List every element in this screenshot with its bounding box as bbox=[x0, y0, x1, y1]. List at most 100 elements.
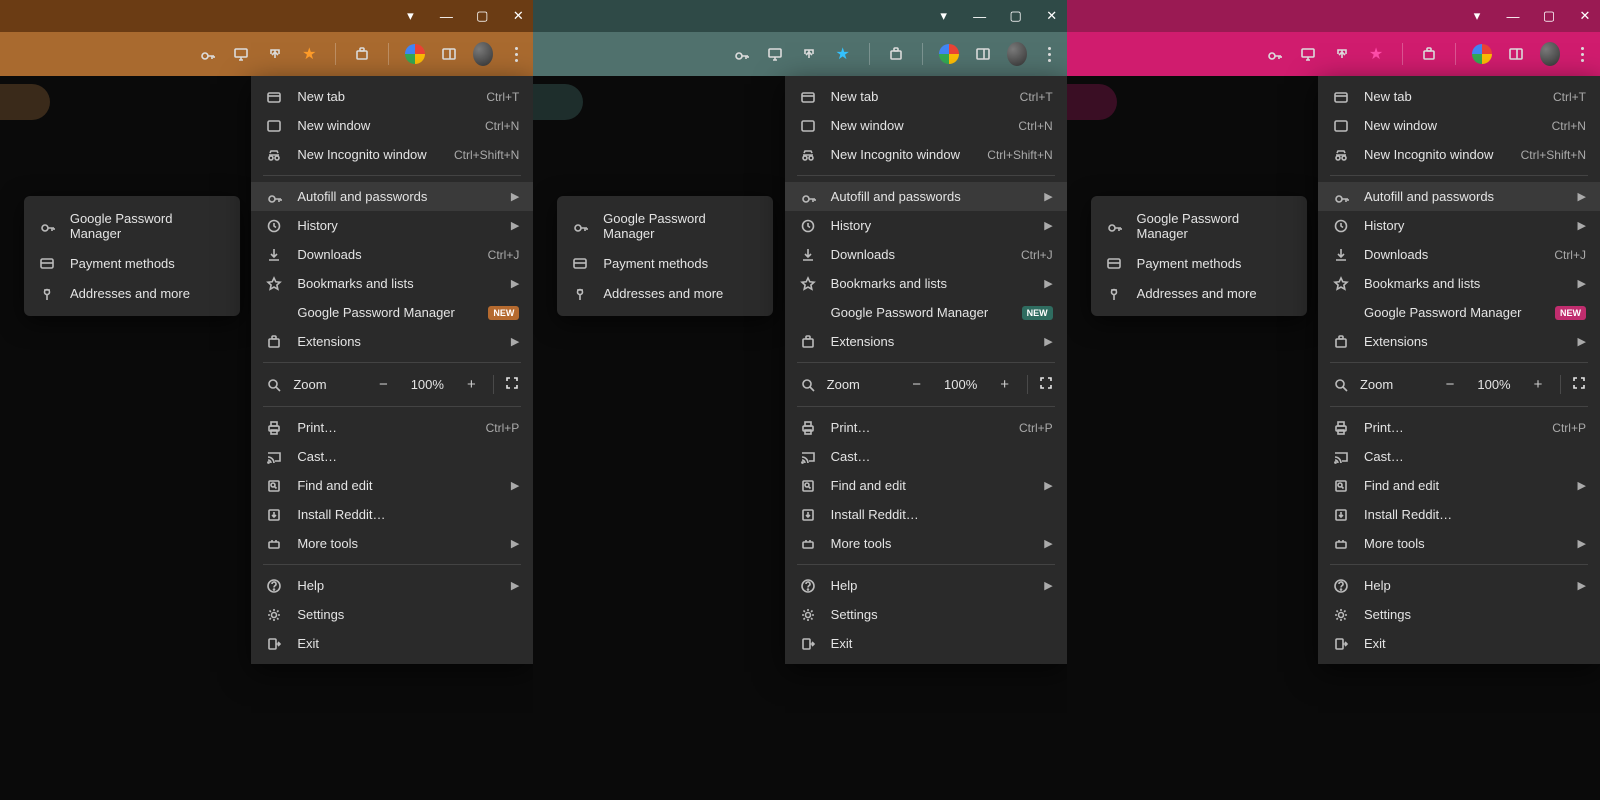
zoom-out-button[interactable]: − bbox=[371, 376, 395, 393]
ext-icon[interactable] bbox=[886, 44, 906, 64]
google-icon[interactable] bbox=[405, 44, 425, 64]
menu-item-13[interactable]: Print… Ctrl+P bbox=[785, 413, 1067, 442]
menu-item-6[interactable]: Downloads Ctrl+J bbox=[785, 240, 1067, 269]
menu-item-8[interactable]: Google Password Manager NEW bbox=[785, 298, 1067, 327]
menu-item-21[interactable]: Exit bbox=[785, 629, 1067, 658]
submenu-item-0[interactable]: Google Password Manager bbox=[24, 204, 240, 248]
menu-item-6[interactable]: Downloads Ctrl+J bbox=[1318, 240, 1600, 269]
menu-item-5[interactable]: History ▶ bbox=[1318, 211, 1600, 240]
key-icon[interactable] bbox=[1264, 44, 1284, 64]
panel-icon[interactable] bbox=[973, 44, 993, 64]
menu-item-5[interactable]: History ▶ bbox=[251, 211, 533, 240]
menu-item-8[interactable]: Google Password Manager NEW bbox=[251, 298, 533, 327]
submenu-item-0[interactable]: Google Password Manager bbox=[557, 204, 773, 248]
avatar-icon[interactable] bbox=[1007, 44, 1027, 64]
key-icon[interactable] bbox=[731, 44, 751, 64]
window-minimize-icon[interactable]: — bbox=[439, 9, 453, 23]
fullscreen-button[interactable] bbox=[493, 375, 519, 394]
menu-item-4[interactable]: Autofill and passwords ▶ bbox=[785, 182, 1067, 211]
screen-icon[interactable] bbox=[1298, 44, 1318, 64]
submenu-item-1[interactable]: Payment methods bbox=[557, 248, 773, 278]
menu-item-2[interactable]: New Incognito window Ctrl+Shift+N bbox=[1318, 140, 1600, 169]
menu-item-7[interactable]: Bookmarks and lists ▶ bbox=[1318, 269, 1600, 298]
ext-icon[interactable] bbox=[352, 44, 372, 64]
menu-item-9[interactable]: Extensions ▶ bbox=[251, 327, 533, 356]
google-icon[interactable] bbox=[939, 44, 959, 64]
menu-item-19[interactable]: Help ▶ bbox=[785, 571, 1067, 600]
menu-item-14[interactable]: Cast… bbox=[1318, 442, 1600, 471]
menu-item-0[interactable]: New tab Ctrl+T bbox=[785, 82, 1067, 111]
menu-item-5[interactable]: History ▶ bbox=[785, 211, 1067, 240]
menu-item-9[interactable]: Extensions ▶ bbox=[785, 327, 1067, 356]
key-icon[interactable] bbox=[197, 44, 217, 64]
menu-item-13[interactable]: Print… Ctrl+P bbox=[1318, 413, 1600, 442]
menu-item-14[interactable]: Cast… bbox=[785, 442, 1067, 471]
window-dropdown-icon[interactable]: ▾ bbox=[403, 9, 417, 23]
bookmark-star-icon[interactable]: ★ bbox=[833, 44, 853, 64]
menu-item-15[interactable]: Find and edit ▶ bbox=[1318, 471, 1600, 500]
window-minimize-icon[interactable]: — bbox=[973, 9, 987, 23]
menu-item-1[interactable]: New window Ctrl+N bbox=[251, 111, 533, 140]
window-minimize-icon[interactable]: — bbox=[1506, 9, 1520, 23]
fullscreen-button[interactable] bbox=[1560, 375, 1586, 394]
zoom-in-button[interactable]: + bbox=[993, 376, 1017, 393]
menu-item-20[interactable]: Settings bbox=[251, 600, 533, 629]
window-dropdown-icon[interactable]: ▾ bbox=[1470, 9, 1484, 23]
menu-item-20[interactable]: Settings bbox=[1318, 600, 1600, 629]
window-close-icon[interactable]: ✕ bbox=[511, 9, 525, 23]
screen-icon[interactable] bbox=[231, 44, 251, 64]
zoom-in-button[interactable]: + bbox=[459, 376, 483, 393]
menu-item-16[interactable]: Install Reddit… bbox=[785, 500, 1067, 529]
menu-item-1[interactable]: New window Ctrl+N bbox=[1318, 111, 1600, 140]
window-dropdown-icon[interactable]: ▾ bbox=[937, 9, 951, 23]
menu-item-17[interactable]: More tools ▶ bbox=[251, 529, 533, 558]
menu-button[interactable] bbox=[1574, 44, 1592, 64]
share-icon[interactable] bbox=[265, 44, 285, 64]
menu-item-0[interactable]: New tab Ctrl+T bbox=[251, 82, 533, 111]
window-close-icon[interactable]: ✕ bbox=[1578, 9, 1592, 23]
bookmark-star-icon[interactable]: ★ bbox=[1366, 44, 1386, 64]
submenu-item-2[interactable]: Addresses and more bbox=[557, 278, 773, 308]
share-icon[interactable] bbox=[799, 44, 819, 64]
panel-icon[interactable] bbox=[1506, 44, 1526, 64]
google-icon[interactable] bbox=[1472, 44, 1492, 64]
menu-item-15[interactable]: Find and edit ▶ bbox=[251, 471, 533, 500]
menu-item-21[interactable]: Exit bbox=[1318, 629, 1600, 658]
menu-item-17[interactable]: More tools ▶ bbox=[785, 529, 1067, 558]
window-maximize-icon[interactable]: ▢ bbox=[1542, 9, 1556, 23]
menu-item-20[interactable]: Settings bbox=[785, 600, 1067, 629]
menu-item-0[interactable]: New tab Ctrl+T bbox=[1318, 82, 1600, 111]
menu-item-4[interactable]: Autofill and passwords ▶ bbox=[251, 182, 533, 211]
menu-item-16[interactable]: Install Reddit… bbox=[251, 500, 533, 529]
submenu-item-2[interactable]: Addresses and more bbox=[24, 278, 240, 308]
window-maximize-icon[interactable]: ▢ bbox=[475, 9, 489, 23]
menu-item-15[interactable]: Find and edit ▶ bbox=[785, 471, 1067, 500]
menu-button[interactable] bbox=[1041, 44, 1059, 64]
submenu-item-0[interactable]: Google Password Manager bbox=[1091, 204, 1307, 248]
zoom-out-button[interactable]: − bbox=[1438, 376, 1462, 393]
menu-item-16[interactable]: Install Reddit… bbox=[1318, 500, 1600, 529]
menu-item-1[interactable]: New window Ctrl+N bbox=[785, 111, 1067, 140]
menu-item-21[interactable]: Exit bbox=[251, 629, 533, 658]
menu-item-14[interactable]: Cast… bbox=[251, 442, 533, 471]
avatar-icon[interactable] bbox=[1540, 44, 1560, 64]
zoom-out-button[interactable]: − bbox=[905, 376, 929, 393]
menu-item-7[interactable]: Bookmarks and lists ▶ bbox=[251, 269, 533, 298]
menu-item-2[interactable]: New Incognito window Ctrl+Shift+N bbox=[251, 140, 533, 169]
screen-icon[interactable] bbox=[765, 44, 785, 64]
menu-button[interactable] bbox=[507, 44, 525, 64]
menu-item-9[interactable]: Extensions ▶ bbox=[1318, 327, 1600, 356]
window-close-icon[interactable]: ✕ bbox=[1045, 9, 1059, 23]
menu-item-8[interactable]: Google Password Manager NEW bbox=[1318, 298, 1600, 327]
window-maximize-icon[interactable]: ▢ bbox=[1009, 9, 1023, 23]
menu-item-13[interactable]: Print… Ctrl+P bbox=[251, 413, 533, 442]
avatar-icon[interactable] bbox=[473, 44, 493, 64]
bookmark-star-icon[interactable]: ★ bbox=[299, 44, 319, 64]
menu-item-19[interactable]: Help ▶ bbox=[251, 571, 533, 600]
zoom-in-button[interactable]: + bbox=[1526, 376, 1550, 393]
submenu-item-1[interactable]: Payment methods bbox=[24, 248, 240, 278]
menu-item-19[interactable]: Help ▶ bbox=[1318, 571, 1600, 600]
submenu-item-2[interactable]: Addresses and more bbox=[1091, 278, 1307, 308]
ext-icon[interactable] bbox=[1419, 44, 1439, 64]
menu-item-7[interactable]: Bookmarks and lists ▶ bbox=[785, 269, 1067, 298]
